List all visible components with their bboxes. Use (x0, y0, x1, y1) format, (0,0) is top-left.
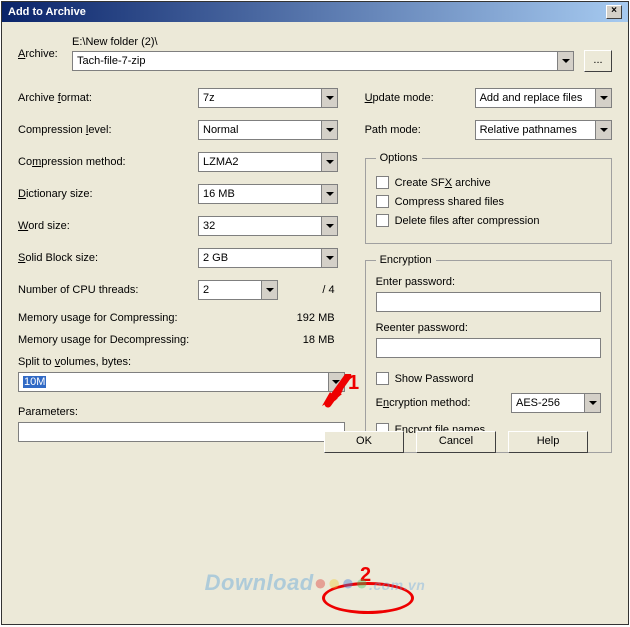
block-combo[interactable]: 2 GB (198, 248, 338, 268)
chevron-down-icon[interactable] (321, 249, 337, 267)
enter-password-input[interactable] (376, 292, 601, 312)
window-title: Add to Archive (8, 6, 86, 18)
options-legend: Options (376, 152, 422, 164)
chevron-down-icon[interactable] (261, 281, 277, 299)
threads-label: Number of CPU threads: (18, 284, 198, 296)
threads-max: / 4 (322, 284, 344, 296)
enc-method-combo[interactable]: AES-256 (511, 393, 601, 413)
dict-combo[interactable]: 16 MB (198, 184, 338, 204)
archive-filename-combo[interactable]: Tach-file-7-zip (72, 51, 574, 71)
help-button[interactable]: Help (508, 431, 588, 453)
reenter-password-input[interactable] (376, 338, 601, 358)
mem-decomp-label: Memory usage for Decompressing: (18, 334, 189, 346)
split-label: Split to volumes, bytes: (18, 356, 345, 368)
params-input[interactable] (18, 422, 345, 442)
dict-label: Dictionary size: (18, 188, 198, 200)
encryption-legend: Encryption (376, 254, 436, 266)
annotation-ellipse-ok (322, 582, 414, 614)
sfx-checkbox[interactable] (376, 176, 389, 189)
params-label: Parameters: (18, 406, 345, 418)
watermark: Download●●●●.com.vn (205, 570, 426, 596)
shared-label: Compress shared files (395, 196, 504, 208)
split-combo[interactable]: 10M (18, 372, 345, 392)
archive-label: Archive: (18, 36, 72, 60)
chevron-down-icon[interactable] (595, 89, 611, 107)
split-value: 10M (23, 376, 46, 388)
sfx-label: Create SFX archive (395, 177, 491, 189)
chevron-down-icon[interactable] (595, 121, 611, 139)
word-label: Word size: (18, 220, 198, 232)
chevron-down-icon[interactable] (321, 153, 337, 171)
pathmode-combo[interactable]: Relative pathnames (475, 120, 612, 140)
shared-checkbox[interactable] (376, 195, 389, 208)
update-label: Update mode: (365, 92, 475, 104)
mem-comp-label: Memory usage for Compressing: (18, 312, 178, 324)
title-bar: Add to Archive × (2, 2, 628, 22)
mem-comp-value: 192 MB (297, 312, 345, 324)
level-label: Compression level: (18, 124, 198, 136)
options-group: Options Create SFX archive Compress shar… (365, 152, 612, 244)
chevron-down-icon[interactable] (321, 217, 337, 235)
block-label: Solid Block size: (18, 252, 198, 264)
update-combo[interactable]: Add and replace files (475, 88, 612, 108)
chevron-down-icon[interactable] (321, 121, 337, 139)
threads-combo[interactable]: 2 (198, 280, 278, 300)
close-button[interactable]: × (606, 5, 622, 19)
show-password-checkbox[interactable] (376, 372, 389, 385)
encryption-group: Encryption Enter password: Reenter passw… (365, 254, 612, 453)
show-password-label: Show Password (395, 373, 474, 385)
chevron-down-icon[interactable] (321, 185, 337, 203)
enter-password-label: Enter password: (376, 276, 601, 288)
chevron-down-icon[interactable] (321, 89, 337, 107)
dialog-buttons: OK Cancel Help (324, 431, 588, 453)
cancel-button[interactable]: Cancel (416, 431, 496, 453)
archive-path: E:\New folder (2)\ (72, 36, 612, 48)
annotation-2: 2 (360, 564, 371, 587)
format-combo[interactable]: 7z (198, 88, 338, 108)
method-combo[interactable]: LZMA2 (198, 152, 338, 172)
level-combo[interactable]: Normal (198, 120, 338, 140)
word-combo[interactable]: 32 (198, 216, 338, 236)
delete-label: Delete files after compression (395, 215, 540, 227)
enc-method-label: Encryption method: (376, 397, 505, 409)
mem-decomp-value: 18 MB (303, 334, 345, 346)
delete-checkbox[interactable] (376, 214, 389, 227)
chevron-down-icon[interactable] (584, 394, 600, 412)
chevron-down-icon[interactable] (328, 373, 344, 391)
chevron-down-icon[interactable] (557, 52, 573, 70)
ok-button[interactable]: OK (324, 431, 404, 453)
format-label: Archive format: (18, 92, 198, 104)
archive-filename: Tach-file-7-zip (73, 52, 557, 70)
reenter-password-label: Reenter password: (376, 322, 601, 334)
pathmode-label: Path mode: (365, 124, 475, 136)
browse-button[interactable]: ... (584, 50, 612, 72)
method-label: Compression method: (18, 156, 198, 168)
